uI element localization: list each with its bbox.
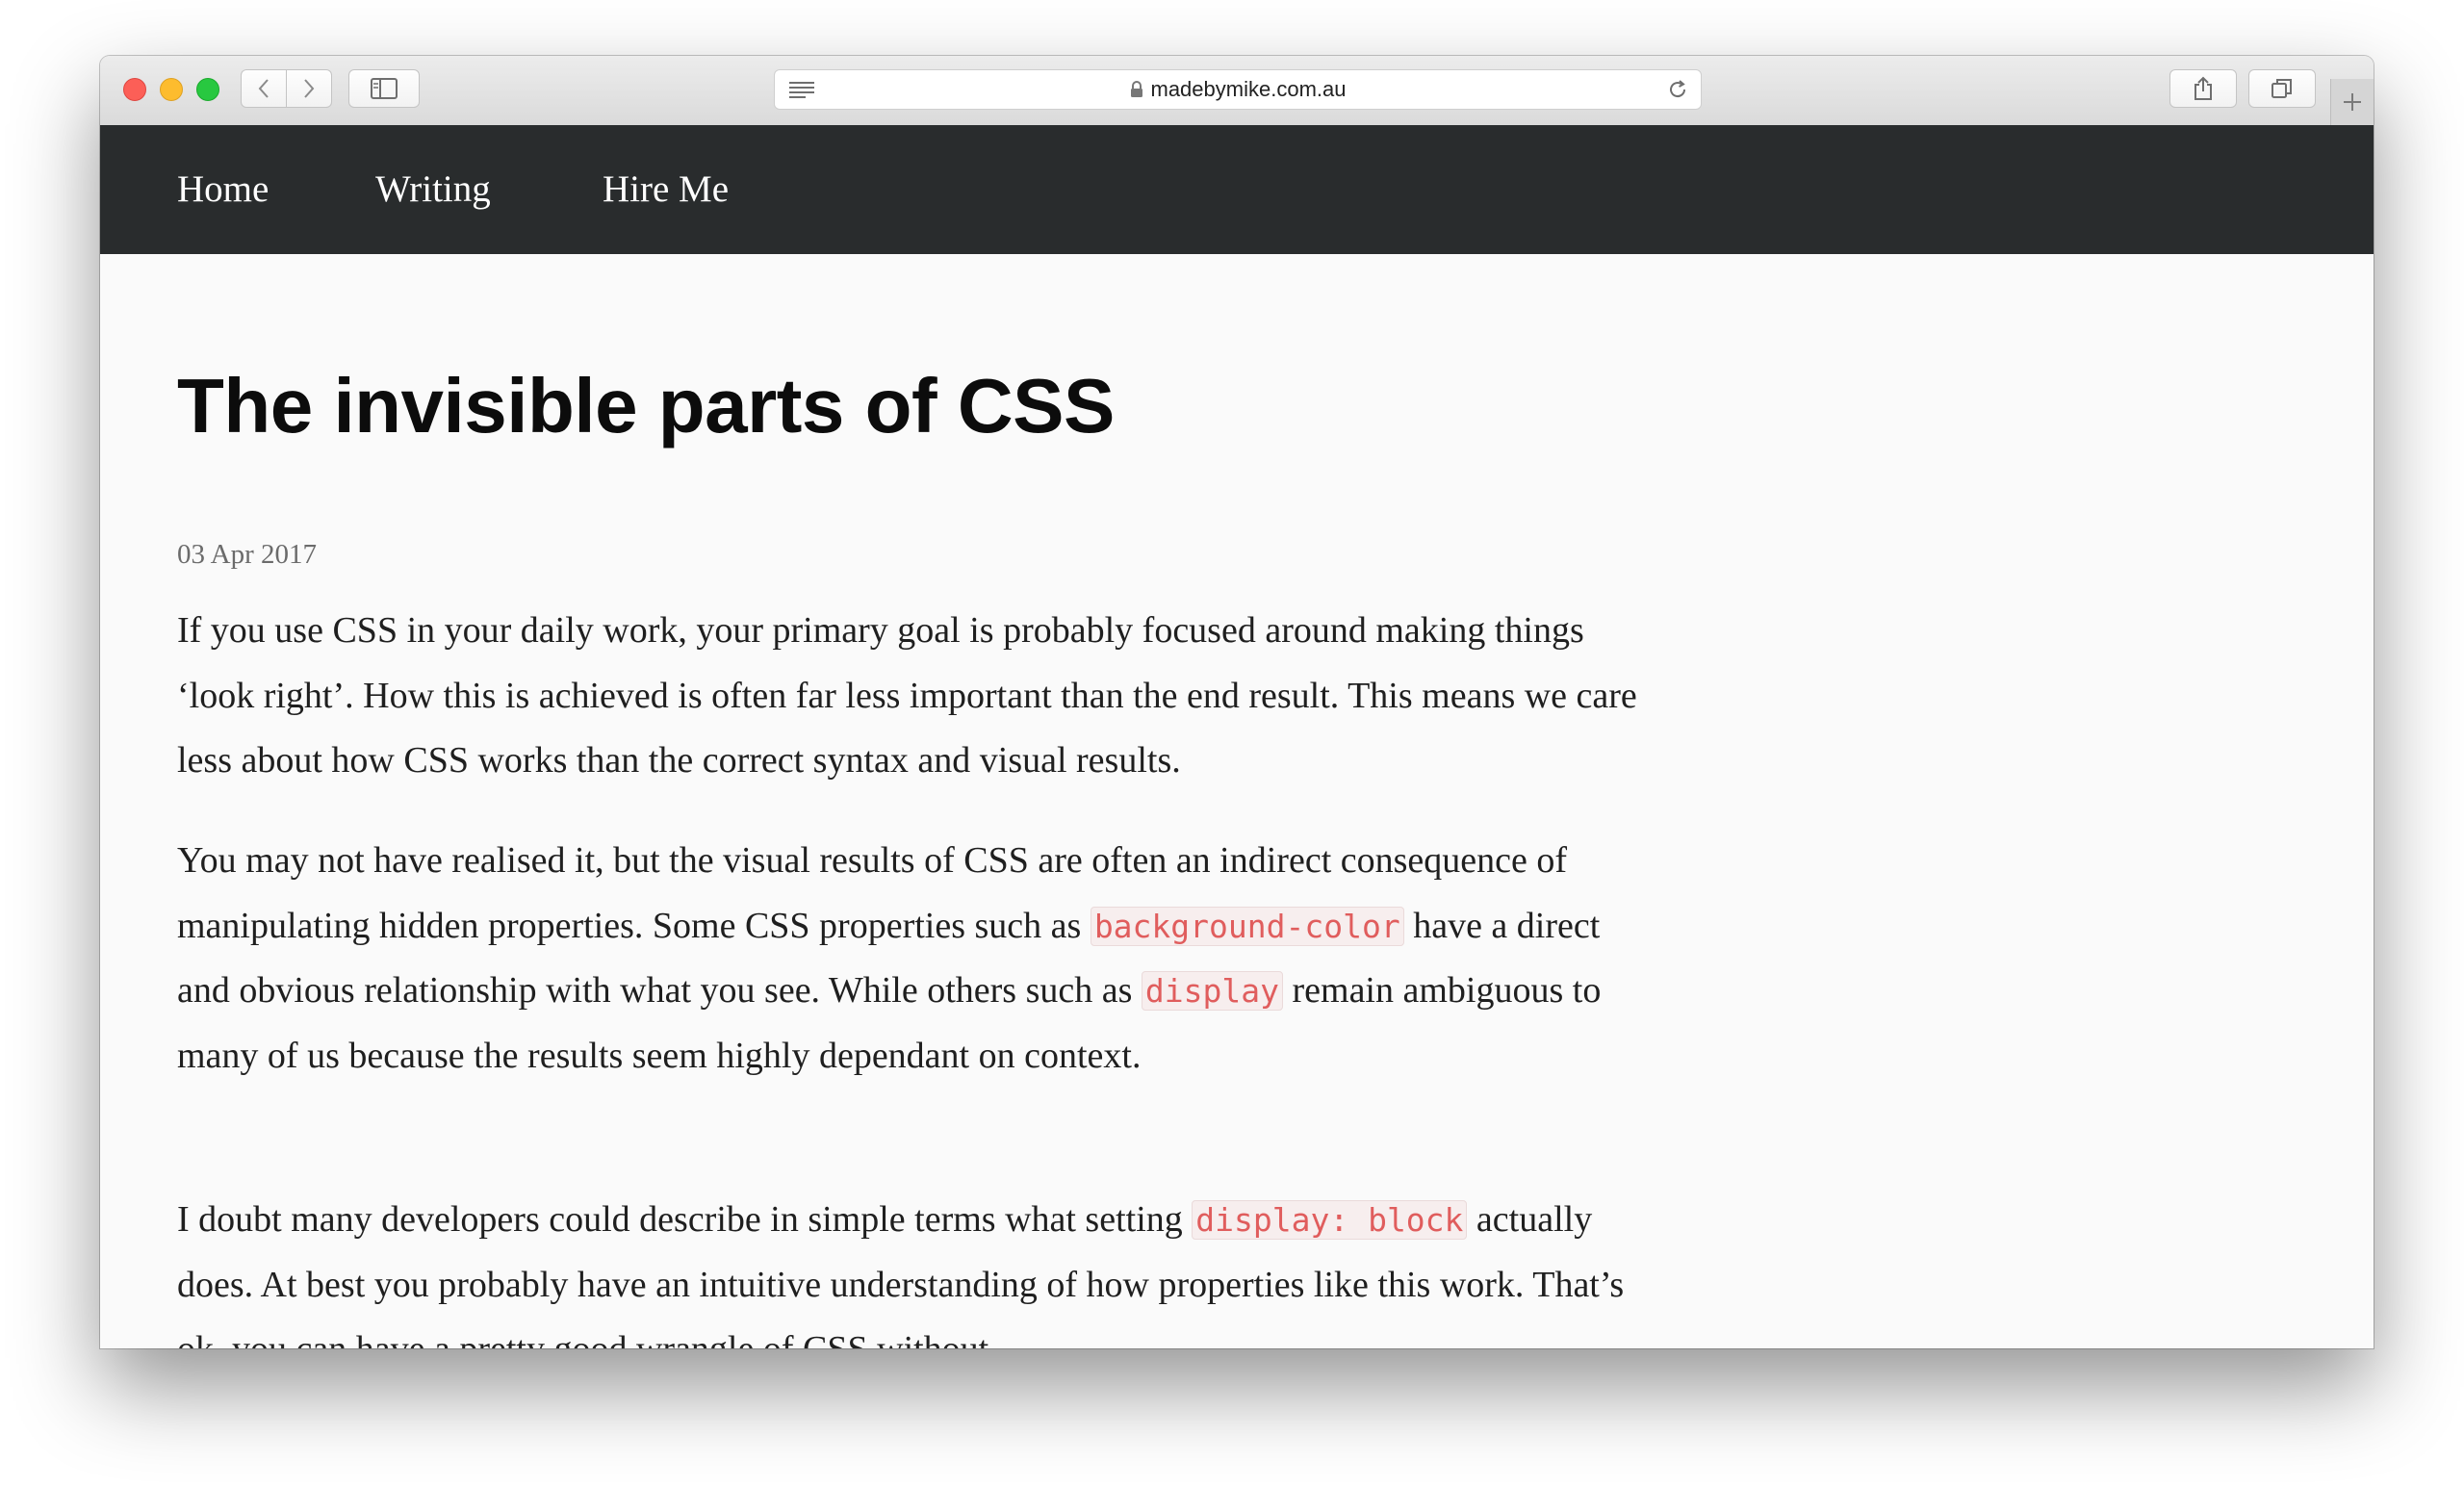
nav-hire-me[interactable]: Hire Me [603, 125, 729, 254]
address-bar[interactable]: madebymike.com.au [774, 69, 1702, 110]
minimize-window-button[interactable] [160, 78, 183, 101]
reload-icon[interactable] [1666, 78, 1689, 106]
inline-code: display: block [1192, 1200, 1468, 1240]
plus-icon [2344, 93, 2361, 111]
browser-window: madebymike.com.au Home Writing Hire Me T… [100, 56, 2374, 1348]
new-tab-button[interactable] [2330, 79, 2374, 125]
paragraph-text: I doubt many developers could describe i… [177, 1199, 1193, 1240]
tabs-icon [2272, 79, 2292, 98]
sidebar-button[interactable] [348, 69, 420, 108]
url-text: madebymike.com.au [1150, 77, 1347, 101]
nav-writing[interactable]: Writing [375, 125, 491, 254]
paragraph-2: You may not have realised it, but the vi… [177, 829, 1659, 1089]
article-title: The invisible parts of CSS [177, 363, 1115, 449]
forward-button[interactable] [286, 69, 332, 108]
forward-icon [304, 79, 315, 98]
share-icon [2194, 76, 2212, 100]
url-display: madebymike.com.au [775, 70, 1701, 109]
lock-icon [1130, 81, 1143, 98]
browser-toolbar: madebymike.com.au [100, 56, 2374, 126]
inline-code: display [1141, 971, 1283, 1011]
close-window-button[interactable] [123, 78, 146, 101]
sidebar-icon [371, 78, 398, 99]
back-button[interactable] [241, 69, 287, 108]
share-button[interactable] [2169, 69, 2237, 108]
back-icon [258, 79, 269, 98]
article-date: 03 Apr 2017 [177, 539, 317, 570]
tabs-overview-button[interactable] [2248, 69, 2316, 108]
paragraph-3: I doubt many developers could describe i… [177, 1188, 1659, 1348]
inline-code: background-color [1090, 906, 1404, 946]
site-nav: Home Writing Hire Me [100, 125, 2374, 254]
paragraph-1: If you use CSS in your daily work, your … [177, 610, 1637, 781]
nav-home[interactable]: Home [177, 125, 269, 254]
zoom-window-button[interactable] [196, 78, 219, 101]
